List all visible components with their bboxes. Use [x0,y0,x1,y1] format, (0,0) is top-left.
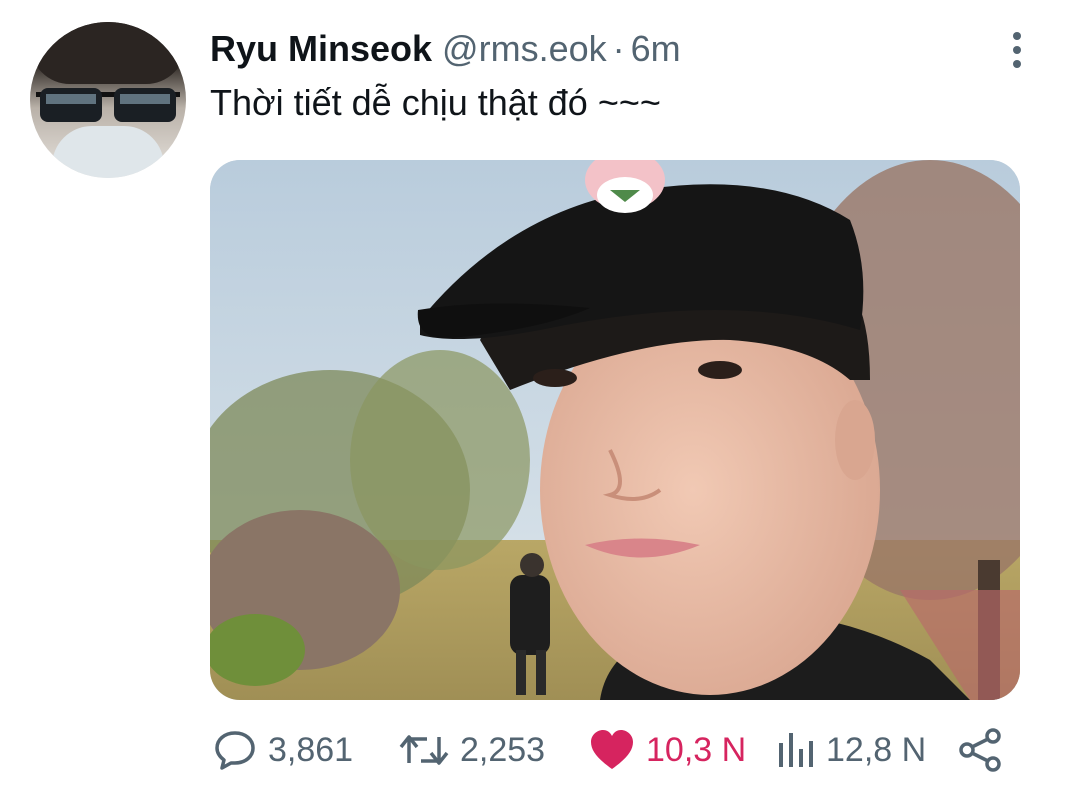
share-button[interactable] [958,722,1004,778]
more-vertical-icon[interactable] [1002,28,1032,72]
like-button[interactable]: 10,3 N [588,722,746,778]
retweet-count: 2,253 [460,730,546,769]
share-icon [959,728,1001,772]
heart-filled-icon [591,730,633,769]
avatar-face-mask [52,126,164,178]
photo-selfie-in-park [210,160,1020,700]
avatar-hair [30,22,186,84]
retweet-button[interactable]: 2,253 [398,722,545,778]
views-count: 12,8 N [826,730,927,769]
like-count: 10,3 N [646,730,747,769]
retweet-icon [399,735,449,765]
views-button[interactable]: 12,8 N [776,722,926,778]
avatar-sunglasses [36,88,180,122]
reply-button[interactable]: 3,861 [212,722,353,778]
tweet-header: Ryu Minseok @rms.eok · 6m [210,28,681,72]
tweet-timestamp[interactable]: 6m [631,28,681,70]
tweet-text: Thời tiết dễ chịu thật đó ~~~ [210,82,661,123]
tweet-actions: 3,861 2,253 10,3 N 12,8 N [210,722,1020,778]
bar-chart-icon [779,733,813,767]
header-separator: · [612,28,625,69]
author-avatar[interactable] [30,22,186,178]
reply-count: 3,861 [268,730,354,769]
tweet-photo[interactable] [210,160,1020,700]
author-name[interactable]: Ryu Minseok [210,28,432,70]
speech-bubble-icon [215,731,255,770]
author-handle[interactable]: @rms.eok [442,28,607,70]
